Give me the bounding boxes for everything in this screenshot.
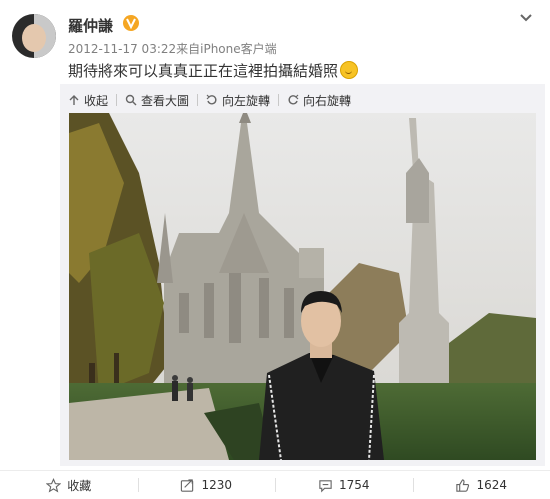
like-count: 1624 [476,478,507,492]
favorite-button[interactable]: 收藏 [0,471,138,499]
toolbar-divider [116,94,117,106]
rotate-left-button[interactable]: 向左旋轉 [206,92,270,109]
rotate-right-label: 向右旋轉 [303,92,351,109]
comment-icon [318,478,333,493]
magnifier-icon [125,94,137,106]
post-meta: 2012-11-17 03:22来自iPhone客户端 [68,40,277,57]
repost-icon [180,478,195,493]
repost-count: 1230 [201,478,232,492]
favorite-label: 收藏 [67,477,91,494]
chevron-down-icon[interactable] [518,10,534,26]
media-toolbar: 收起 查看大圖 向左旋轉 向右旋轉 [68,91,351,109]
rotate-left-icon [206,94,218,106]
like-button[interactable]: 1624 [413,471,550,499]
collapse-label: 收起 [84,92,108,109]
avatar[interactable] [12,14,56,58]
post-header: 羅仲謙 2012-11-17 03:22来自iPhone客户端 期待將來可以真真… [0,0,550,95]
avatar-face [22,24,46,52]
rotate-right-button[interactable]: 向右旋轉 [287,92,351,109]
comment-count: 1754 [339,478,370,492]
toolbar-divider [197,94,198,106]
repost-button[interactable]: 1230 [138,471,276,499]
thumbs-up-icon [455,478,470,493]
comment-button[interactable]: 1754 [275,471,413,499]
rotate-left-label: 向左旋轉 [222,92,270,109]
collapse-icon [68,94,80,106]
toolbar-divider [278,94,279,106]
collapse-button[interactable]: 收起 [68,92,108,109]
smile-emoji-icon [340,61,358,79]
author-name[interactable]: 羅仲謙 [68,15,113,36]
view-large-label: 查看大圖 [141,92,189,109]
star-icon [46,478,61,493]
view-large-button[interactable]: 查看大圖 [125,92,189,109]
post-photo[interactable] [69,113,536,460]
action-bar: 收藏 1230 1754 1624 [0,470,550,499]
post-text-body: 期待將來可以真真正正在這裡拍攝結婚照 [68,62,338,80]
verified-icon [122,14,140,32]
rotate-right-icon [287,94,299,106]
post-text: 期待將來可以真真正正在這裡拍攝結婚照 [68,60,358,81]
